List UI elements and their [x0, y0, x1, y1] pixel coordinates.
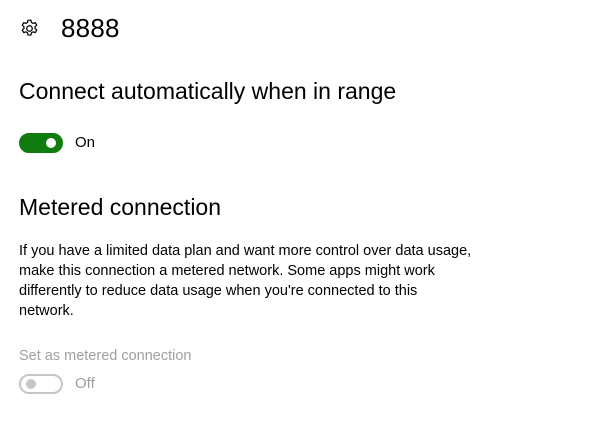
toggle-knob [46, 138, 56, 148]
metered-toggle-state: Off [75, 375, 95, 392]
auto-connect-toggle-row[interactable]: On [19, 133, 95, 153]
toggle-knob [26, 379, 36, 389]
metered-connection-heading: Metered connection [19, 194, 222, 220]
auto-connect-toggle[interactable] [19, 133, 63, 153]
page-header: 8888 [19, 12, 120, 44]
metered-toggle[interactable] [19, 374, 63, 394]
metered-toggle-row[interactable]: Off [19, 374, 95, 394]
metered-description: If you have a limited data plan and want… [19, 243, 472, 319]
auto-connect-toggle-state: On [75, 134, 96, 151]
auto-connect-heading: Connect automatically when in range [19, 78, 397, 104]
page-title: 8888 [61, 13, 120, 43]
gear-icon [19, 18, 40, 39]
metered-setting-label: Set as metered connection [19, 348, 192, 364]
network-settings-page: 8888 Connect automatically when in range… [0, 0, 605, 430]
